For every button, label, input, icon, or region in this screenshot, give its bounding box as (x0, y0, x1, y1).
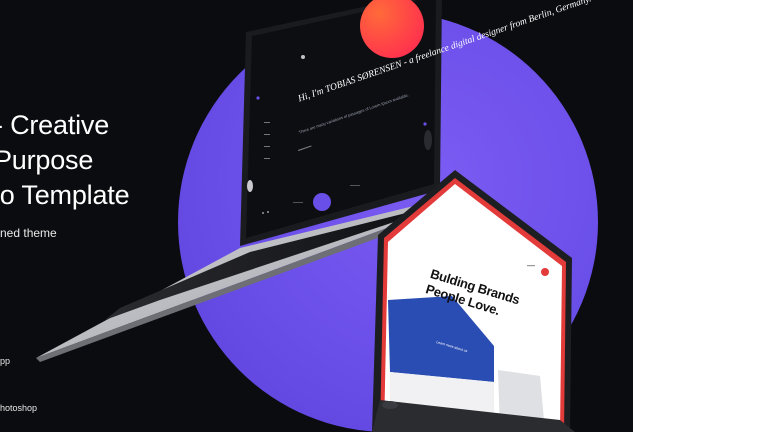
hero-subline: ned theme (0, 226, 57, 240)
blank-area (633, 0, 768, 432)
headline-line-3: io Template (0, 180, 130, 210)
hero-headline: - Creative Purpose io Template (0, 108, 130, 213)
headline-line-1: - Creative (0, 110, 110, 140)
laptop-mockups-illustration (36, 0, 575, 432)
feature-item-photoshop: hotoshop (0, 403, 38, 413)
headline-line-2: Purpose (0, 145, 94, 175)
laptop-dark-base (36, 205, 432, 362)
feature-item-app: pp (0, 356, 11, 366)
hero-banner: Hi, I'm TOBIAS SØRENSEN - a freelance di… (0, 0, 633, 432)
